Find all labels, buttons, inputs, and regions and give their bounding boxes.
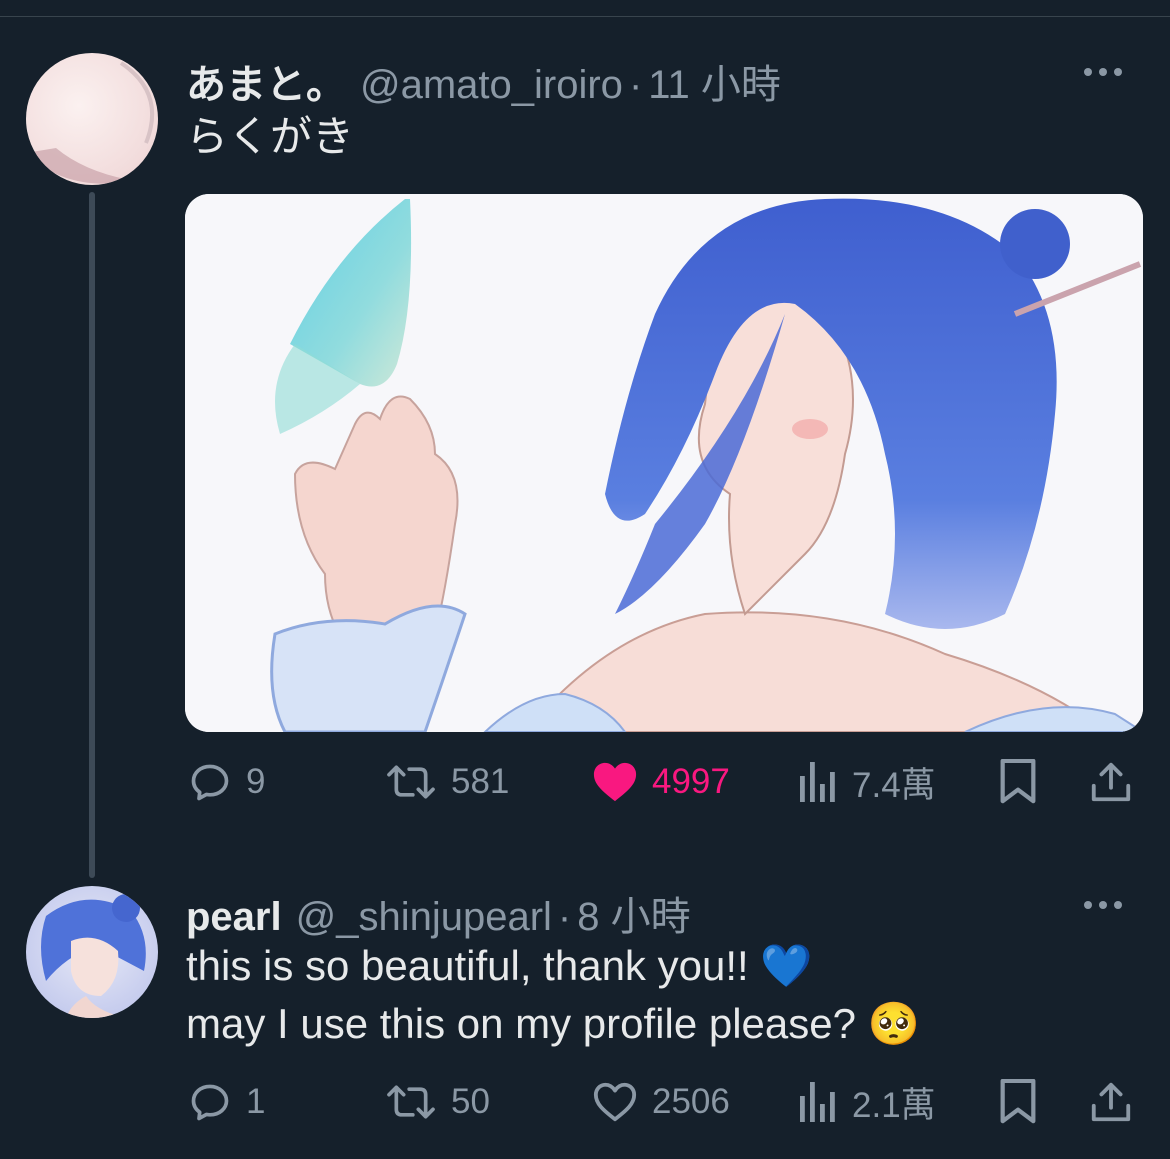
thread-connector <box>89 192 95 878</box>
reply-count: 9 <box>246 762 266 801</box>
illustration-image <box>185 194 1143 732</box>
share-button[interactable] <box>1088 752 1134 812</box>
top-divider <box>0 16 1170 17</box>
heart-outline-icon <box>593 1082 637 1122</box>
like-count: 4997 <box>652 762 730 801</box>
bookmark-button[interactable] <box>998 1072 1038 1132</box>
avatar[interactable] <box>26 886 158 1018</box>
repost-button[interactable]: 581 <box>385 752 509 812</box>
views-button[interactable]: 7.4萬 <box>798 752 936 812</box>
reply-text-line-1: this is so beautiful, thank you!! 💙 <box>186 942 813 989</box>
like-count: 2506 <box>652 1082 730 1121</box>
display-name[interactable]: pearl <box>186 895 282 940</box>
views-icon <box>800 762 835 802</box>
repost-icon <box>387 1085 435 1119</box>
user-handle[interactable]: @amato_iroiro <box>360 63 623 108</box>
tweet-actions: 9 581 4997 7.4萬 <box>186 752 1138 812</box>
user-handle[interactable]: @_shinjupearl <box>296 895 552 940</box>
avatar[interactable] <box>26 53 158 185</box>
views-button[interactable]: 2.1萬 <box>798 1072 936 1132</box>
repost-count: 581 <box>451 762 510 801</box>
separator-dot: · <box>628 63 643 107</box>
reply-count: 1 <box>246 1082 266 1121</box>
view-count: 7.4萬 <box>852 765 936 805</box>
reply-actions: 1 50 2506 2.1萬 <box>186 1072 1138 1132</box>
bookmark-icon <box>1000 1079 1036 1124</box>
display-name[interactable]: あまと。 <box>186 52 346 110</box>
heart-filled-icon <box>593 762 637 802</box>
more-icon[interactable] <box>1084 901 1122 909</box>
bookmark-icon <box>1000 759 1036 804</box>
view-count: 2.1萬 <box>852 1085 936 1125</box>
repost-icon <box>387 765 435 799</box>
reply-header: pearl @_shinjupearl · 8 小時 <box>186 884 691 942</box>
reply-text: this is so beautiful, thank you!! 💙 may … <box>186 937 920 1053</box>
views-icon <box>800 1082 835 1122</box>
reply-text-line-2: may I use this on my profile please? 🥺 <box>186 1000 920 1047</box>
repost-count: 50 <box>451 1082 490 1121</box>
repost-button[interactable]: 50 <box>385 1072 490 1132</box>
tweet-media-image[interactable] <box>185 194 1143 732</box>
separator-dot: · <box>557 895 572 939</box>
reply-button[interactable]: 9 <box>188 752 265 812</box>
share-button[interactable] <box>1088 1072 1134 1132</box>
tweet-text: らくがき <box>186 113 355 160</box>
reply-icon <box>191 764 229 801</box>
timestamp[interactable]: 11 小時 <box>648 52 781 110</box>
reply-button[interactable]: 1 <box>188 1072 265 1132</box>
timestamp[interactable]: 8 小時 <box>577 884 690 942</box>
share-icon <box>1091 1082 1131 1122</box>
more-icon[interactable] <box>1084 68 1122 76</box>
bookmark-button[interactable] <box>998 752 1038 812</box>
tweet-header: あまと。 @amato_iroiro · 11 小時 <box>186 52 781 110</box>
reply-icon <box>191 1084 229 1121</box>
share-icon <box>1091 762 1131 802</box>
like-button[interactable]: 2506 <box>592 1072 730 1132</box>
like-button[interactable]: 4997 <box>592 752 730 812</box>
